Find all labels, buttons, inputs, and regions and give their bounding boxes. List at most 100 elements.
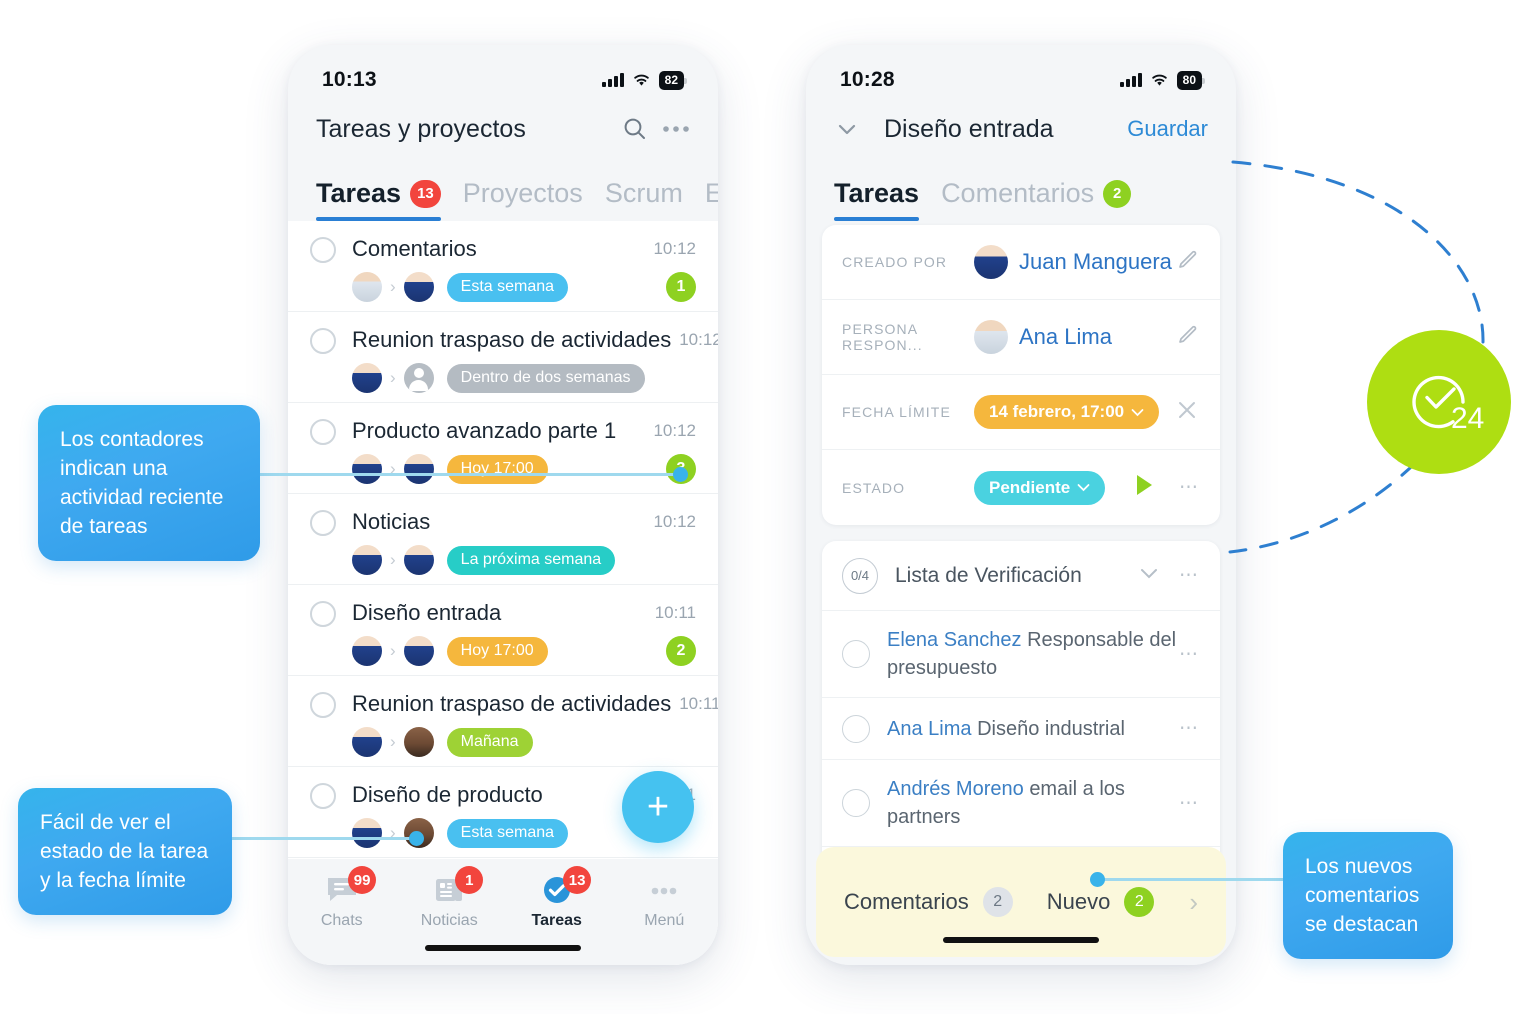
tab-tareas[interactable]: 13 Tareas (503, 866, 611, 930)
list-item[interactable]: Andrés Moreno email a los partners ⋯ (822, 760, 1220, 847)
phone-task-detail: 10:28 80 Diseño entrada Guardar Tareas C… (806, 45, 1236, 965)
more-icon[interactable]: ⋯ (1179, 643, 1200, 666)
chevron-down-icon[interactable] (1137, 561, 1161, 590)
checklist-header[interactable]: 0/4 Lista de Verificación ⋯ (822, 541, 1220, 611)
task-time: 10:12 (679, 330, 718, 349)
home-indicator (425, 945, 581, 951)
close-icon[interactable] (1174, 397, 1200, 428)
chevron-down-icon[interactable] (834, 116, 860, 142)
new-comments-count: 2 (1124, 887, 1155, 917)
field-label: Creado por (842, 254, 948, 270)
table-row[interactable]: Noticias 10:12 › La próxima semana (288, 494, 718, 585)
tab-scrum[interactable]: Scrum (605, 178, 683, 221)
table-row[interactable]: Comentarios 10:12 › Esta semana 1 (288, 221, 718, 312)
table-row[interactable]: Producto avanzado parte 1 10:12 › Hoy 17… (288, 403, 718, 494)
list-item[interactable]: Ana Lima Diseño industrial ⋯ (822, 698, 1220, 760)
tab-badge: 2 (1103, 179, 1132, 208)
more-icon[interactable]: ⋯ (1179, 564, 1200, 587)
tab-strip: Tareas Comentarios 2 (806, 159, 1236, 221)
status-bar: 10:28 80 (806, 45, 1236, 99)
due-date-chip[interactable]: 14 febrero, 17:00 (974, 395, 1160, 429)
edit-icon[interactable] (1176, 323, 1200, 352)
tab-label: Comentarios (941, 178, 1095, 208)
status-badge: Hoy 17:00 (446, 636, 548, 666)
field-estado[interactable]: Estado Pendiente ⋯ (822, 450, 1220, 525)
tab-comentarios[interactable]: Comentarios 2 (941, 178, 1132, 221)
badge-number: 24 (1451, 402, 1484, 435)
due-date-value: 14 febrero, 17:00 (989, 402, 1125, 421)
avatar (403, 545, 434, 575)
avatar (403, 727, 434, 757)
task-checkbox[interactable] (310, 692, 336, 718)
avatar (352, 545, 382, 575)
task-time: 10:12 (653, 421, 696, 440)
battery-level: 82 (658, 70, 688, 90)
field-fecha-limite[interactable]: Fecha límite 14 febrero, 17:00 (822, 375, 1220, 450)
more-icon[interactable]: ⋯ (1179, 476, 1200, 499)
connector-dot (673, 467, 688, 482)
tab-label: Scrum (604, 178, 683, 208)
task-checkbox[interactable] (310, 237, 336, 263)
add-task-button[interactable]: + (622, 771, 694, 843)
tab-badge: 13 (562, 866, 592, 894)
nav-bar: Diseño entrada Guardar (806, 99, 1236, 159)
task-time: 10:11 (679, 694, 718, 713)
nav-bar: Tareas y proyectos (288, 99, 718, 159)
more-icon[interactable]: ⋯ (1179, 792, 1200, 815)
table-row[interactable]: Diseño entrada 10:11 › Hoy 17:00 2 (288, 585, 718, 676)
list-item[interactable]: Elena Sanchez Responsable del presupuest… (822, 611, 1220, 698)
tab-noticias[interactable]: 1 Noticias (396, 866, 504, 930)
chevron-right-icon: › (390, 550, 396, 569)
avatar (403, 636, 434, 666)
task-checkbox[interactable] (310, 601, 336, 627)
task-checkbox[interactable] (310, 510, 336, 536)
status-badge: Mañana (446, 727, 533, 757)
task-checkbox[interactable] (310, 419, 336, 445)
wifi-icon (1151, 74, 1167, 86)
task-title: Diseño entrada (352, 600, 502, 625)
checklist-checkbox[interactable] (842, 640, 870, 668)
task-checkbox[interactable] (310, 328, 336, 354)
avatar (352, 727, 382, 757)
search-icon[interactable] (622, 116, 648, 142)
status-badge: Esta semana (446, 818, 569, 848)
chevron-right-icon: › (390, 368, 396, 387)
tab-menu[interactable]: Menú (611, 875, 719, 930)
task-checkbox[interactable] (310, 783, 336, 809)
checklist-checkbox[interactable] (842, 789, 870, 817)
chevron-right-icon[interactable]: › (1189, 887, 1198, 918)
tab-badge: 99 (347, 866, 377, 894)
field-label: Fecha límite (842, 404, 951, 420)
status-badge: Dentro de dos semanas (446, 363, 645, 393)
activity-count: 2 (666, 636, 696, 666)
badge-24: 24 (1367, 330, 1511, 474)
connector-dot (409, 831, 424, 846)
tab-tareas[interactable]: Tareas 13 (316, 178, 441, 221)
edit-icon[interactable] (1176, 248, 1200, 277)
field-value: Ana Lima (1019, 324, 1112, 349)
tab-tareas[interactable]: Tareas (834, 178, 920, 221)
status-chip[interactable]: Pendiente (974, 470, 1106, 505)
avatar (352, 363, 382, 393)
avatar (352, 636, 382, 666)
chevron-right-icon: › (390, 459, 396, 478)
save-button[interactable]: Guardar (1127, 116, 1208, 142)
checklist-checkbox[interactable] (842, 714, 870, 743)
tab-efi[interactable]: Efi (705, 178, 718, 221)
table-row[interactable]: Reunion traspaso de actividades 10:11 › … (288, 676, 718, 767)
tab-chats[interactable]: 99 Chats (288, 866, 396, 930)
page-root: 10:13 82 Tareas y proyectos Tareas 13 Pr… (0, 0, 1524, 1014)
activity-count: 1 (666, 272, 696, 302)
more-icon (651, 887, 677, 895)
more-icon[interactable]: ⋯ (1179, 717, 1200, 740)
play-icon[interactable] (1133, 473, 1155, 502)
field-persona-responsable[interactable]: Persona respon... Ana Lima (822, 300, 1220, 375)
table-row[interactable]: Reunion traspaso de actividades 10:12 › … (288, 312, 718, 403)
field-creado-por[interactable]: Creado por Juan Manguera (822, 225, 1220, 300)
home-indicator (943, 937, 1099, 943)
task-list: Comentarios 10:12 › Esta semana 1 Reunio… (288, 221, 718, 965)
more-icon[interactable] (662, 125, 690, 133)
comments-bar[interactable]: Comentarios 2 Nuevo 2 › (816, 847, 1226, 957)
tab-proyectos[interactable]: Proyectos (463, 178, 583, 221)
chevron-right-icon: › (390, 823, 396, 842)
